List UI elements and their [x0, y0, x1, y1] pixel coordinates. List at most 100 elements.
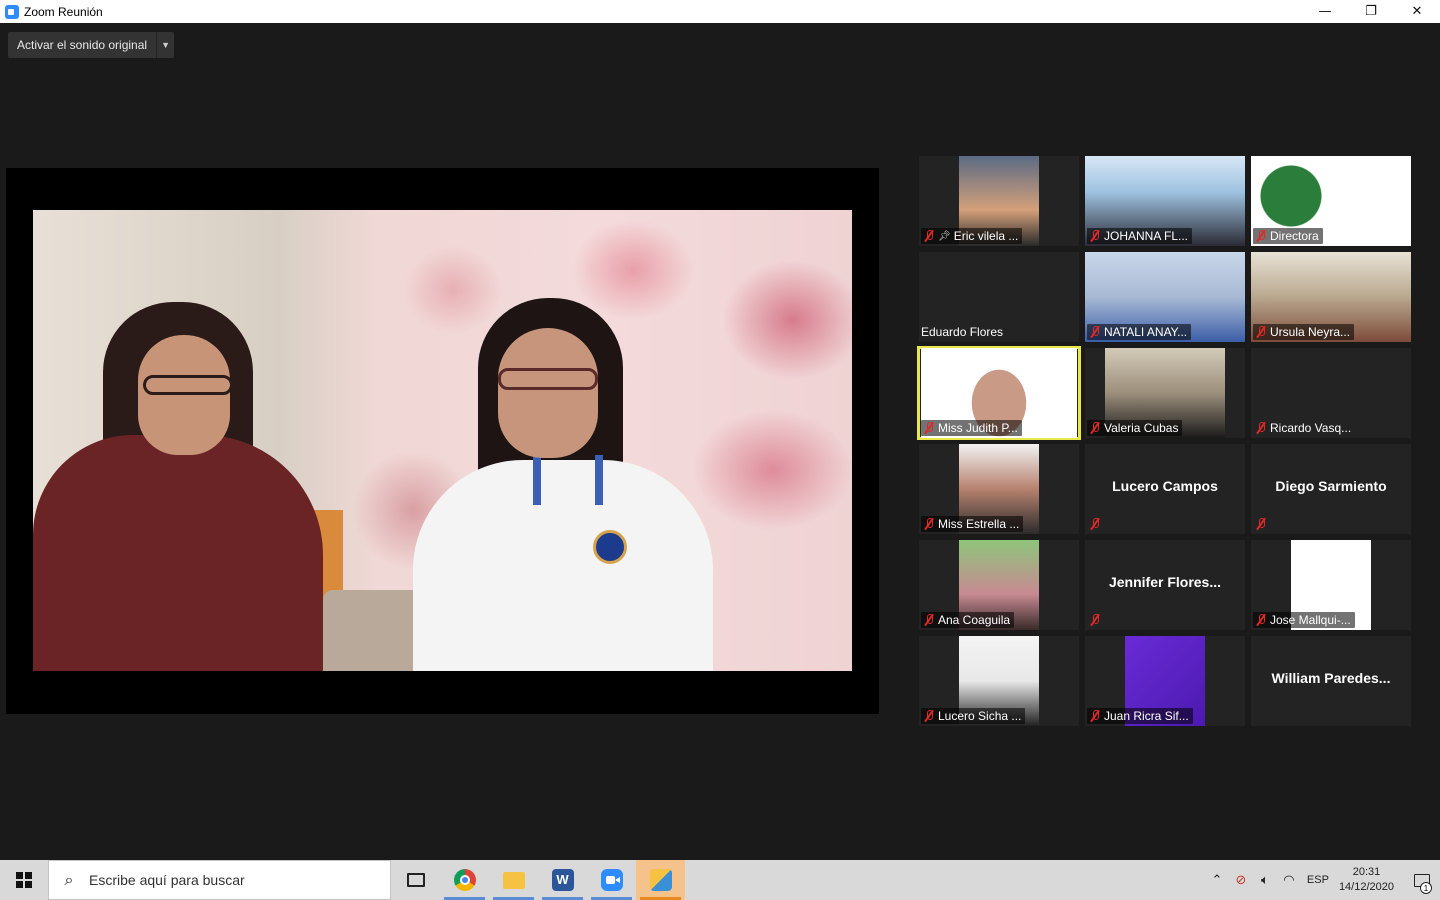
- participant-tile[interactable]: Ana Coaguila: [919, 540, 1079, 630]
- participant-name: William Paredes...: [1271, 670, 1391, 686]
- active-speaker-view[interactable]: [6, 168, 879, 714]
- participant-name-row: Lucero Sicha ...: [921, 708, 1026, 724]
- mic-muted-icon: [1089, 710, 1101, 722]
- mic-muted-icon: [1089, 518, 1101, 530]
- video-person-1-glasses: [143, 375, 233, 395]
- participant-tile[interactable]: Miss Estrella ...: [919, 444, 1079, 534]
- active-speaker-video: [33, 210, 852, 671]
- participant-tile[interactable]: Valeria Cubas: [1085, 348, 1245, 438]
- participant-tile[interactable]: NATALI ANAY...: [1085, 252, 1245, 342]
- notification-center-button[interactable]: 1: [1404, 860, 1440, 900]
- mic-muted-icon: [923, 518, 935, 530]
- zoom-app-icon: [5, 4, 19, 19]
- taskbar-app-file-explorer[interactable]: [489, 860, 538, 900]
- taskbar-app-word[interactable]: W: [538, 860, 587, 900]
- participant-tile[interactable]: Miss Judith P...: [917, 346, 1081, 440]
- wifi-icon[interactable]: ◠: [1277, 873, 1301, 888]
- meeting-area: Activar el sonido original ▼ 📌︎ Eric vile…: [0, 23, 1440, 860]
- volume-icon[interactable]: 🔈︎: [1253, 873, 1277, 888]
- taskbar-search[interactable]: ⌕ Escribe aquí para buscar: [48, 860, 391, 900]
- participant-name: Valeria Cubas: [1104, 421, 1179, 435]
- mic-muted-icon: [1089, 422, 1101, 434]
- video-person-2-glasses: [498, 368, 598, 390]
- participant-tile[interactable]: William Paredes...: [1251, 636, 1411, 726]
- participant-name-row: JOHANNA FL...: [1087, 228, 1193, 244]
- mic-muted-icon: [1255, 326, 1267, 338]
- participant-name: Ricardo Vasq...: [1270, 421, 1352, 435]
- minimize-button[interactable]: —: [1302, 0, 1348, 23]
- participant-name: Miss Estrella ...: [938, 517, 1020, 531]
- taskbar-app-zoom[interactable]: [587, 860, 636, 900]
- participant-tile[interactable]: Juan Ricra Sif...: [1085, 636, 1245, 726]
- participant-name-row: Ricardo Vasq...: [1253, 420, 1355, 436]
- original-sound-button[interactable]: Activar el sonido original: [8, 32, 156, 58]
- clock-date: 14/12/2020: [1338, 881, 1394, 893]
- chevron-down-icon[interactable]: ▼: [156, 32, 174, 58]
- participant-tile[interactable]: Ursula Neyra...: [1251, 252, 1411, 342]
- participant-name-row: Jose Mallqui-...: [1253, 612, 1355, 628]
- mic-muted-icon: [1255, 230, 1267, 242]
- participant-tile[interactable]: Diego Sarmiento: [1251, 444, 1411, 534]
- mic-muted-icon: [1255, 518, 1267, 530]
- participant-name: Ursula Neyra...: [1270, 325, 1351, 339]
- school-badge: [593, 530, 627, 564]
- participant-name: Eric vilela ...: [953, 229, 1019, 243]
- search-placeholder: Escribe aquí para buscar: [89, 872, 245, 888]
- mic-muted-icon: [1089, 614, 1101, 626]
- participant-name-row: Miss Estrella ...: [921, 516, 1024, 532]
- video-person-2-face: [498, 328, 598, 458]
- participant-name-row: Directora: [1253, 228, 1323, 244]
- participant-name: Jennifer Flores...: [1108, 574, 1222, 590]
- participant-name-row: Valeria Cubas: [1087, 420, 1183, 436]
- participant-name-row: NATALI ANAY...: [1087, 324, 1192, 340]
- notification-count: 1: [1420, 882, 1432, 894]
- taskbar-app-photos[interactable]: [636, 860, 685, 900]
- participant-name: Juan Ricra Sif...: [1104, 709, 1189, 723]
- participant-name-row: Juan Ricra Sif...: [1087, 708, 1193, 724]
- participant-mic-row: [1253, 516, 1274, 532]
- participant-tile[interactable]: Jennifer Flores...: [1085, 540, 1245, 630]
- participant-tile[interactable]: Lucero Campos: [1085, 444, 1245, 534]
- task-view-icon: [406, 873, 425, 887]
- word-icon: W: [551, 869, 574, 891]
- participant-mic-row: [1087, 612, 1108, 628]
- participant-tile[interactable]: 📌︎ Eric vilela ...: [919, 156, 1079, 246]
- network-error-icon[interactable]: ⊘: [1229, 873, 1253, 888]
- participant-name: NATALI ANAY...: [1104, 325, 1188, 339]
- video-person-2-collar: [533, 455, 603, 505]
- video-person-1-face: [138, 335, 230, 455]
- participant-name: JOHANNA FL...: [1104, 229, 1189, 243]
- window-titlebar: Zoom Reunión — ❐ ✕: [0, 0, 1440, 23]
- participant-name: Lucero Sicha ...: [938, 709, 1022, 723]
- participant-name: Lucero Campos: [1112, 478, 1218, 494]
- participant-name-row: 📌︎ Eric vilela ...: [921, 228, 1023, 244]
- participant-tile[interactable]: Ricardo Vasq...: [1251, 348, 1411, 438]
- input-language[interactable]: ESP: [1307, 874, 1329, 886]
- mic-muted-icon: [923, 230, 935, 242]
- window-controls: — ❐ ✕: [1302, 0, 1440, 23]
- task-view-button[interactable]: [391, 860, 440, 900]
- close-button[interactable]: ✕: [1394, 0, 1440, 23]
- participant-tile[interactable]: Directora: [1251, 156, 1411, 246]
- participant-name-row: Eduardo Flores: [921, 324, 1007, 340]
- participant-name-row: Ana Coaguila: [921, 612, 1015, 628]
- participant-tile[interactable]: Eduardo Flores: [919, 252, 1079, 342]
- participant-tile[interactable]: Lucero Sicha ...: [919, 636, 1079, 726]
- participant-name: Miss Judith P...: [938, 421, 1018, 435]
- mic-muted-icon: [1089, 326, 1101, 338]
- video-person-1-body: [33, 435, 323, 671]
- participant-name-row: Ursula Neyra...: [1253, 324, 1355, 340]
- mic-muted-icon: [923, 422, 935, 434]
- mic-muted-icon: [1255, 614, 1267, 626]
- participant-name: Diego Sarmiento: [1275, 478, 1387, 494]
- maximize-button[interactable]: ❐: [1348, 0, 1394, 23]
- taskbar-app-chrome[interactable]: [440, 860, 489, 900]
- mic-muted-icon: [1089, 230, 1101, 242]
- participant-tile[interactable]: JOHANNA FL...: [1085, 156, 1245, 246]
- participant-name: Ana Coaguila: [938, 613, 1011, 627]
- pin-icon: 📌︎: [938, 230, 951, 242]
- participant-tile[interactable]: Jose Mallqui-...: [1251, 540, 1411, 630]
- taskbar-clock[interactable]: 20:31 14/12/2020: [1339, 865, 1394, 895]
- start-button[interactable]: [0, 860, 48, 900]
- show-hidden-icons-icon[interactable]: ⌃: [1205, 873, 1229, 888]
